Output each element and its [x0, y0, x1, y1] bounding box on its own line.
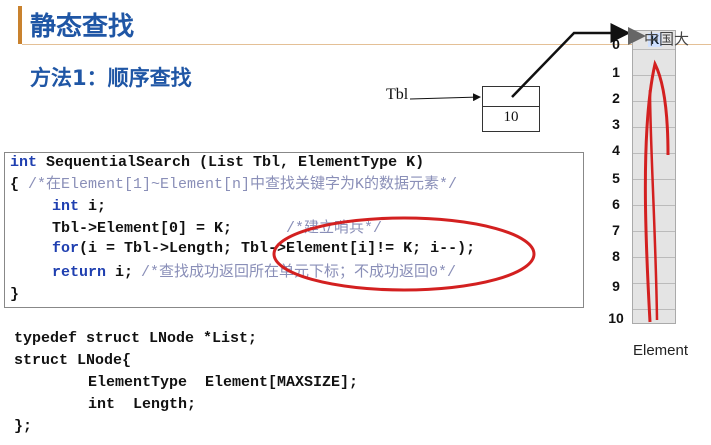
struct-line-3: ElementType Element[MAXSIZE];: [88, 374, 359, 391]
array-index: 4: [612, 142, 620, 158]
title-accent-bar: [18, 6, 22, 44]
array-cell-separator: [633, 257, 675, 258]
code-line-1: int SequentialSearch (List Tbl, ElementT…: [10, 152, 424, 174]
array-index: 0: [612, 36, 620, 52]
code-line-6: return i; /*查找成功返回所在单元下标；不成功返回0*/: [52, 262, 456, 284]
tbl-pointer-arrow: [409, 93, 481, 102]
code-comment: /*查找成功返回所在单元下标；不成功返回0*/: [141, 264, 457, 281]
code-text: {: [10, 176, 29, 193]
array-cell-separator: [633, 205, 675, 206]
array-index: 2: [612, 90, 620, 106]
code-line-2: { /*在Element[1]~Element[n]中查找关键字为K的数据元素*…: [10, 174, 457, 196]
array-cell-separator: [633, 231, 675, 232]
page-subtitle: 方法1：顺序查找: [30, 66, 192, 90]
code-keyword: int: [10, 154, 38, 171]
array-cell-separator: [633, 179, 675, 180]
code-text: (i = Tbl->Length; Tbl->Element[i]!= K; i…: [79, 240, 476, 257]
array-index: 6: [612, 196, 620, 212]
struct-line-2: struct LNode{: [14, 352, 132, 369]
tbl-label: Tbl: [386, 86, 409, 103]
array-cell-separator: [633, 153, 675, 154]
code-text: }: [10, 286, 20, 303]
code-keyword: int: [52, 198, 80, 215]
array-cell-separator: [633, 127, 675, 128]
array-cell-separator: [633, 283, 675, 284]
struct-line-5: };: [14, 418, 33, 435]
code-line-4: Tbl->Element[0] = K; /*建立哨兵*/: [52, 218, 382, 240]
array-cell-separator: [633, 75, 675, 76]
logo-text: 中国大: [644, 30, 690, 48]
code-comment: /*在Element[1]~Element[n]中查找关键字为K的数据元素*/: [28, 176, 458, 193]
array-index: 10: [608, 310, 624, 326]
struct-line-4: int Length;: [88, 396, 197, 413]
array-index: 1: [612, 64, 620, 80]
array-cell-separator: [633, 101, 675, 102]
code-text: i;: [79, 198, 107, 215]
array-index: 8: [612, 248, 620, 264]
array-index: 9: [612, 278, 620, 294]
code-text: Tbl->Element[0] = K;: [52, 220, 233, 237]
array-cell-separator: [633, 309, 675, 310]
code-line-5: for(i = Tbl->Length; Tbl->Element[i]!= K…: [52, 238, 475, 260]
page-title: 静态查找: [30, 12, 135, 42]
tbl-struct-box: 10: [482, 86, 540, 132]
code-text: i;: [106, 264, 134, 281]
code-line-7: }: [10, 284, 19, 306]
array-index: 7: [612, 222, 620, 238]
array-index: 3: [612, 116, 620, 132]
array-cell-separator: [633, 49, 675, 50]
code-line-3: int i;: [52, 196, 106, 218]
struct-line-1: typedef struct LNode *List;: [14, 330, 258, 347]
array-label: Element: [633, 342, 689, 359]
element-array: [632, 30, 676, 324]
watermark-logo: 中国大: [624, 26, 704, 48]
tbl-box-divider: [483, 106, 539, 107]
code-keyword: return: [52, 264, 107, 281]
code-text: SequentialSearch (List Tbl, ElementType …: [37, 154, 425, 171]
tbl-length-value: 10: [503, 109, 519, 125]
code-comment: /*建立哨兵*/: [286, 220, 383, 237]
array-index: 5: [612, 170, 620, 186]
code-keyword: for: [52, 240, 80, 257]
